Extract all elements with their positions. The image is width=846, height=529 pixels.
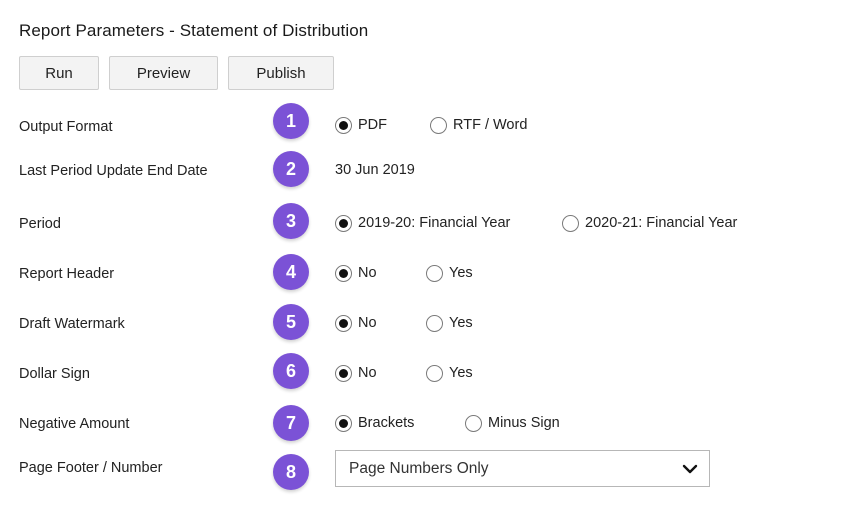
step-badge: 4 (273, 254, 309, 290)
param-label: Output Format (19, 119, 113, 135)
radio-option-yes[interactable]: Yes (426, 364, 473, 382)
radio-button[interactable] (335, 314, 352, 332)
radio-button[interactable] (335, 214, 352, 232)
param-row-negative-amount: Negative Amount 7 Brackets Minus Sign (0, 403, 846, 443)
radio-label: No (358, 365, 377, 381)
param-row-period: Period 3 2019-20: Financial Year 2020-21… (0, 202, 846, 242)
param-label: Report Header (19, 266, 115, 282)
radio-label: Yes (449, 265, 473, 281)
radio-label: PDF (358, 117, 387, 133)
param-label: Page Footer / Number (19, 460, 163, 476)
step-badge: 2 (273, 151, 309, 187)
param-row-dollar-sign: Dollar Sign 6 No Yes (0, 353, 846, 393)
radio-label: Minus Sign (488, 415, 560, 431)
radio-label: Yes (449, 315, 473, 331)
radio-label: Yes (449, 365, 473, 381)
step-badge: 6 (273, 353, 309, 389)
radio-label: 2019-20: Financial Year (358, 215, 511, 231)
param-row-report-header: Report Header 4 No Yes (0, 253, 846, 293)
radio-option-yes[interactable]: Yes (426, 314, 473, 332)
step-badge: 5 (273, 304, 309, 340)
param-label: Last Period Update End Date (19, 163, 208, 179)
param-label: Draft Watermark (19, 316, 125, 332)
step-badge: 7 (273, 405, 309, 441)
radio-button[interactable] (335, 264, 352, 282)
radio-option-pdf[interactable]: PDF (335, 116, 387, 134)
radio-label: No (358, 315, 377, 331)
radio-button[interactable] (430, 116, 447, 134)
page-title: Report Parameters - Statement of Distrib… (19, 21, 369, 40)
run-button[interactable]: Run (19, 56, 99, 90)
radio-label: No (358, 265, 377, 281)
radio-option-yes[interactable]: Yes (426, 264, 473, 282)
radio-button[interactable] (426, 264, 443, 282)
param-row-draft-watermark: Draft Watermark 5 No Yes (0, 303, 846, 343)
last-period-date-value: 30 Jun 2019 (335, 162, 415, 178)
radio-button[interactable] (426, 364, 443, 382)
radio-option-rtf-word[interactable]: RTF / Word (430, 116, 527, 134)
radio-option-no[interactable]: No (335, 364, 377, 382)
select-value: Page Numbers Only (349, 459, 489, 477)
step-badge: 3 (273, 203, 309, 239)
step-badge: 8 (273, 454, 309, 490)
step-badge: 1 (273, 103, 309, 139)
radio-option-minus-sign[interactable]: Minus Sign (465, 414, 560, 432)
param-label: Negative Amount (19, 416, 130, 432)
radio-label: Brackets (358, 415, 415, 431)
param-row-output-format: Output Format 1 PDF RTF / Word (0, 102, 846, 142)
radio-option-no[interactable]: No (335, 264, 377, 282)
radio-option-no[interactable]: No (335, 314, 377, 332)
radio-button[interactable] (465, 414, 482, 432)
radio-label: 2020-21: Financial Year (585, 215, 738, 231)
radio-label: RTF / Word (453, 117, 528, 133)
radio-button[interactable] (562, 214, 579, 232)
radio-button[interactable] (335, 116, 352, 134)
radio-button[interactable] (335, 414, 352, 432)
radio-option-brackets[interactable]: Brackets (335, 414, 414, 432)
param-label: Period (19, 216, 61, 232)
publish-button[interactable]: Publish (228, 56, 334, 90)
radio-button[interactable] (426, 314, 443, 332)
radio-button[interactable] (335, 364, 352, 382)
chevron-down-icon[interactable] (682, 462, 698, 476)
param-label: Dollar Sign (19, 366, 90, 382)
radio-option-2019-20[interactable]: 2019-20: Financial Year (335, 214, 510, 232)
preview-button[interactable]: Preview (109, 56, 218, 90)
radio-option-2020-21[interactable]: 2020-21: Financial Year (562, 214, 737, 232)
param-row-last-period-update: Last Period Update End Date 2 30 Jun 201… (0, 150, 846, 190)
page-footer-select[interactable]: Page Numbers Only (335, 450, 710, 487)
